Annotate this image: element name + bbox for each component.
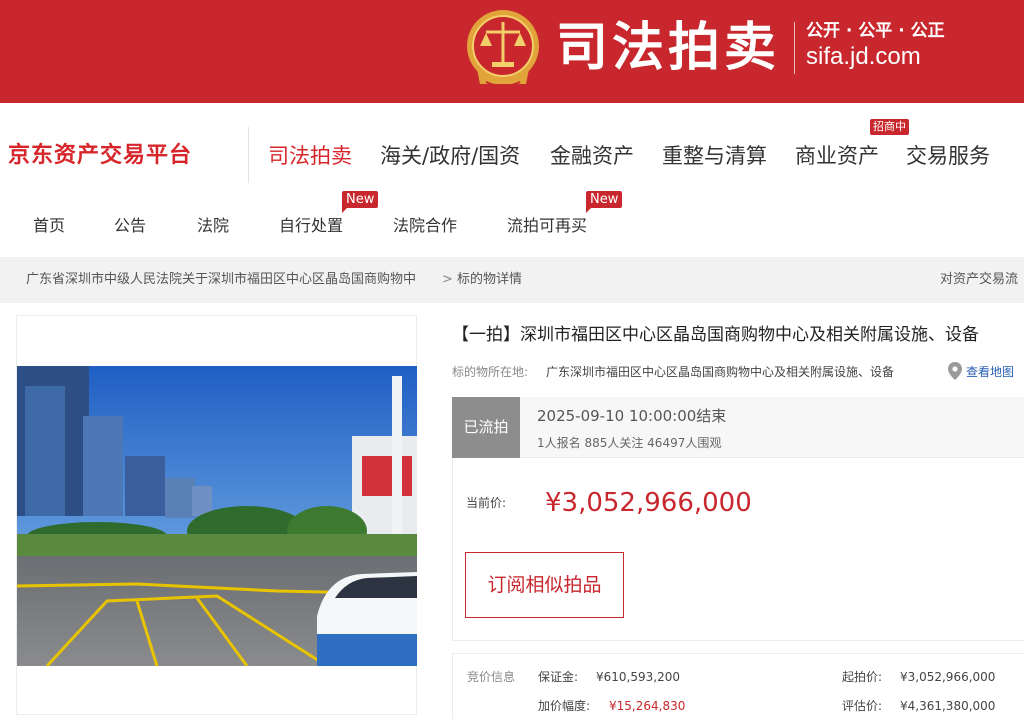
subnav-announcements[interactable]: 公告 — [114, 215, 146, 237]
nav-item-judicial-auction[interactable]: 司法拍卖 — [268, 141, 352, 171]
appraisal-value: ¥4,361,380,000 — [900, 699, 996, 713]
recruit-badge: 招商中 — [870, 119, 909, 135]
nav-item-trading-services[interactable]: 交易服务 — [906, 141, 990, 171]
location-label: 标的物所在地: — [452, 365, 529, 379]
auction-end-time: 2025-09-10 10:00:00结束 — [537, 407, 727, 425]
current-price-label: 当前价: — [466, 496, 507, 510]
increment-value: ¥15,264,830 — [609, 699, 686, 713]
breadcrumb: 广东省深圳市中级人民法院关于深圳市福田区中心区晶岛国商购物中 > 标的物详情 对… — [0, 257, 1024, 303]
breadcrumb-court[interactable]: 广东省深圳市中级人民法院关于深圳市福田区中心区晶岛国商购物中 — [26, 271, 416, 289]
banner-domain: sifa.jd.com — [806, 43, 921, 70]
breadcrumb-separator: > — [442, 272, 453, 287]
banner-divider — [794, 22, 795, 74]
property-photo[interactable] — [17, 366, 417, 666]
nav-divider — [248, 127, 249, 183]
view-map-link[interactable]: 查看地图 — [966, 363, 1014, 381]
breadcrumb-current: 标的物详情 — [457, 272, 523, 287]
deposit-value: ¥610,593,200 — [596, 670, 680, 684]
platform-logo[interactable]: 京东资产交易平台 — [8, 141, 192, 171]
subnav-self-disposal[interactable]: 自行处置 — [279, 215, 343, 237]
start-price-label: 起拍价: — [842, 670, 883, 684]
banner-slogan: 公开 · 公平 · 公正 — [806, 21, 945, 41]
deposit-label: 保证金: — [538, 670, 579, 684]
new-badge: New — [586, 191, 623, 213]
subnav-home[interactable]: 首页 — [33, 215, 65, 237]
status-badge: 已流拍 — [452, 397, 520, 458]
item-title: 【一拍】深圳市福田区中心区晶岛国商购物中心及相关附属设施、设备 — [452, 325, 979, 345]
new-badge: New — [342, 191, 379, 213]
property-photo-image — [17, 366, 417, 666]
subscribe-similar-button[interactable]: 订阅相似拍品 — [465, 552, 624, 618]
court-emblem-icon — [467, 10, 539, 87]
start-price-value: ¥3,052,966,000 — [900, 670, 996, 684]
main-nav: 京东资产交易平台 司法拍卖 海关/政府/国资 金融资产 重整与清算 商业资产 招… — [0, 103, 1024, 199]
auction-stats: 1人报名 885人关注 46497人围观 — [537, 436, 722, 450]
banner-title: 司法拍卖 — [556, 18, 781, 78]
nav-item-customs-government[interactable]: 海关/政府/国资 — [380, 141, 520, 171]
map-pin-icon[interactable] — [948, 362, 962, 380]
sub-nav: 首页 公告 法院 自行处置 New 法院合作 流拍可再买 New — [0, 191, 1024, 257]
nav-item-commercial-assets[interactable]: 商业资产 — [795, 141, 879, 171]
top-banner: 司法拍卖 公开 · 公平 · 公正 sifa.jd.com — [0, 0, 1024, 103]
appraisal-label: 评估价: — [842, 699, 883, 713]
subnav-court-cooperation[interactable]: 法院合作 — [393, 215, 457, 237]
location-value: 广东深圳市福田区中心区晶岛国商购物中心及相关附属设施、设备 — [546, 365, 895, 379]
breadcrumb-right-link[interactable]: 对资产交易流 — [940, 271, 1024, 289]
subnav-courts[interactable]: 法院 — [197, 215, 229, 237]
nav-item-restructuring[interactable]: 重整与清算 — [662, 141, 767, 171]
subnav-rebuy-unsold[interactable]: 流拍可再买 — [507, 215, 587, 237]
nav-item-financial-assets[interactable]: 金融资产 — [550, 141, 634, 171]
bid-info-label: 竞价信息 — [467, 670, 516, 684]
current-price-value: ¥3,052,966,000 — [545, 488, 752, 518]
increment-label: 加价幅度: — [538, 699, 591, 713]
